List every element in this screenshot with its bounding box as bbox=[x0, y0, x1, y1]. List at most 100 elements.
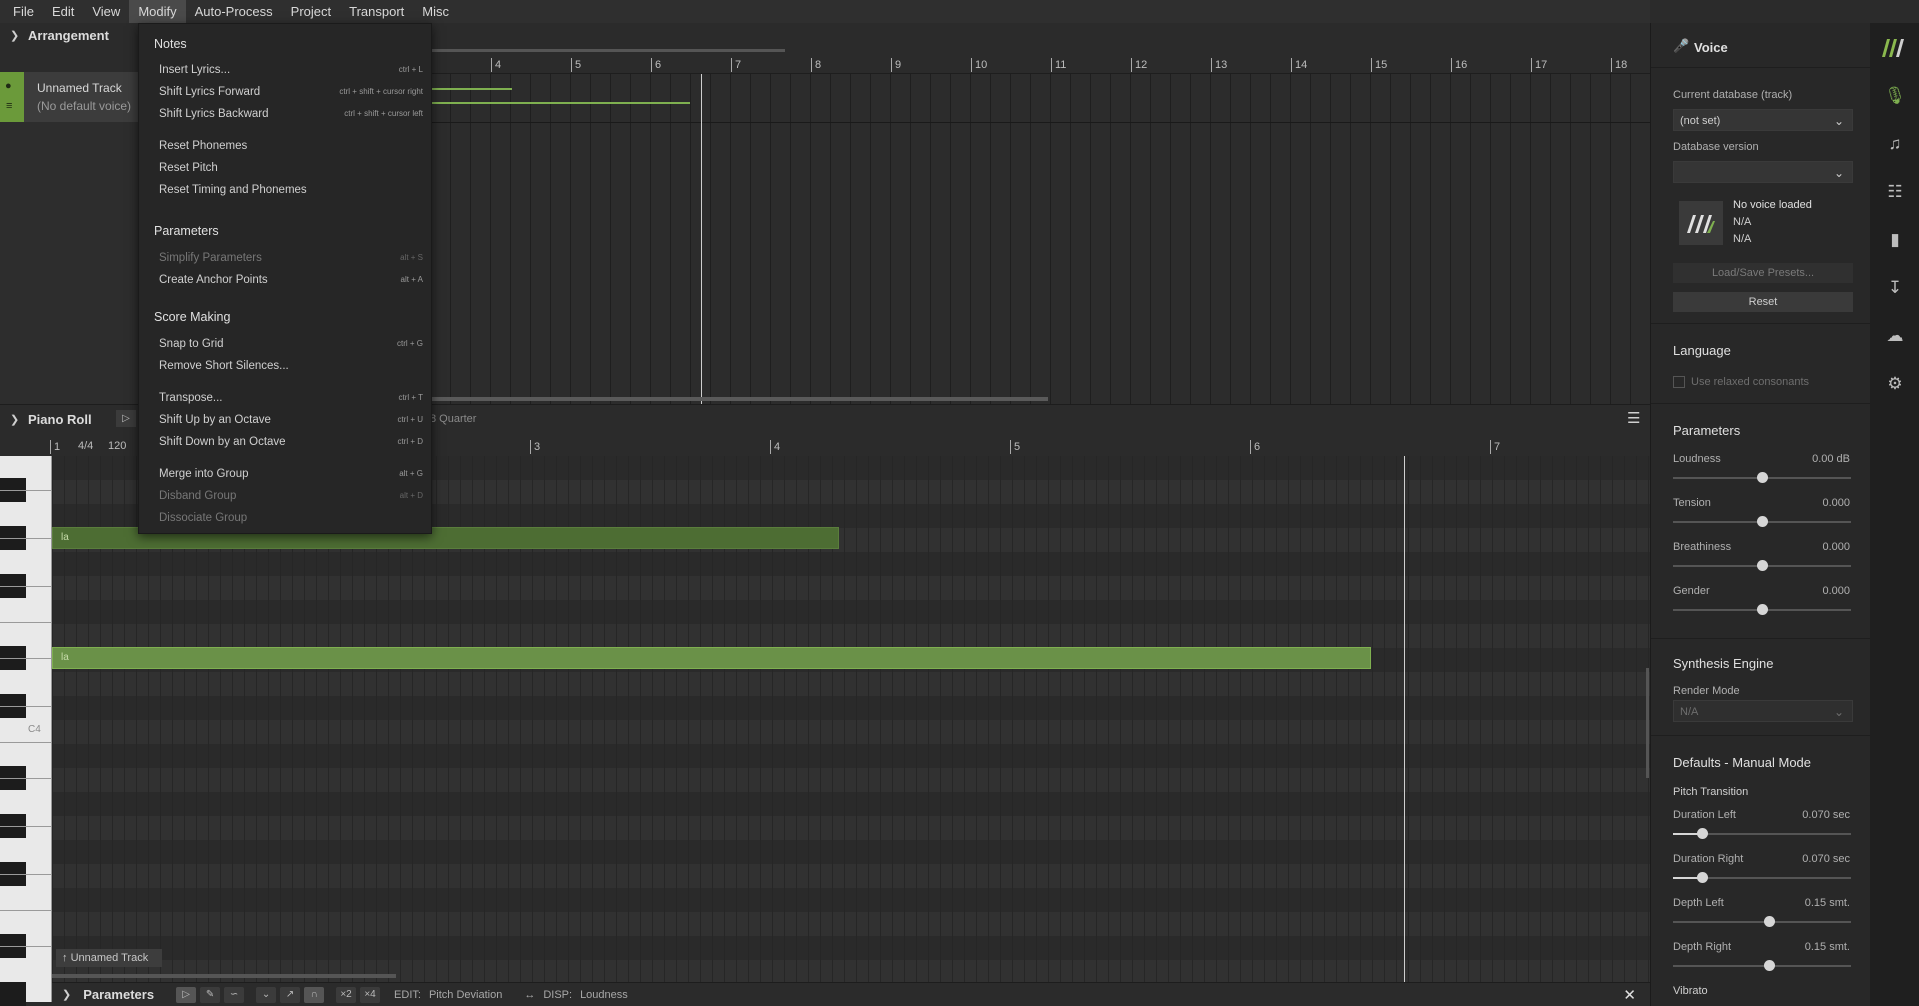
breathiness-slider[interactable] bbox=[1673, 560, 1851, 571]
track-color-strip[interactable]: ● ≡ bbox=[0, 72, 24, 122]
shortcut: ctrl + G bbox=[396, 339, 423, 348]
menu-transport[interactable]: Transport bbox=[340, 0, 413, 23]
menu-remove-short-silences[interactable]: Remove Short Silences... bbox=[159, 356, 423, 376]
black-key[interactable] bbox=[0, 982, 26, 1006]
menu-project[interactable]: Project bbox=[282, 0, 340, 23]
menu-label: Create Anchor Points bbox=[159, 274, 268, 286]
piano-roll-vertical-scrollbar[interactable] bbox=[1646, 668, 1649, 778]
menu-shift-down-octave[interactable]: Shift Down by an Octave ctrl + D bbox=[159, 432, 423, 452]
close-icon[interactable]: ✕ bbox=[1623, 986, 1636, 1004]
library-icon[interactable]: ☷ bbox=[1884, 181, 1906, 203]
db-version-label: Database version bbox=[1673, 141, 1759, 153]
gender-slider[interactable] bbox=[1673, 604, 1851, 615]
quantize-label[interactable]: 8 Quarter bbox=[430, 413, 476, 425]
shortcut: ctrl + T bbox=[398, 393, 423, 402]
export-icon[interactable]: ↧ bbox=[1884, 277, 1906, 299]
slider-knob[interactable] bbox=[1697, 872, 1708, 883]
book-icon[interactable]: ▮ bbox=[1884, 229, 1906, 251]
scale-x2-button[interactable]: ×2 bbox=[336, 986, 357, 1003]
menu-group-parameters: Parameters bbox=[154, 224, 219, 238]
arrangement-horizontal-scrollbar-top[interactable] bbox=[430, 49, 785, 52]
swap-icon[interactable]: ↔ bbox=[524, 989, 535, 1001]
user-icon: ● bbox=[5, 80, 12, 92]
current-db-select[interactable]: (not set) ⌄ bbox=[1673, 109, 1853, 131]
hamburger-menu-icon[interactable]: ☰ bbox=[1627, 409, 1640, 427]
shortcut: ctrl + U bbox=[397, 415, 423, 424]
ruler-tick: 10 bbox=[971, 58, 987, 72]
chevron-down-icon[interactable]: ❯ bbox=[10, 29, 19, 42]
menu-merge-into-group[interactable]: Merge into Group alt + G bbox=[159, 464, 423, 484]
playhead-arrangement[interactable] bbox=[701, 74, 702, 404]
duration-right-slider[interactable] bbox=[1673, 872, 1851, 883]
music-note-icon[interactable]: ♫ bbox=[1884, 133, 1906, 155]
menu-reset-pitch[interactable]: Reset Pitch bbox=[159, 158, 423, 178]
loudness-slider[interactable] bbox=[1673, 472, 1851, 483]
slider-knob[interactable] bbox=[1757, 516, 1768, 527]
note[interactable]: la bbox=[52, 647, 1371, 669]
ruler-tick: 11 bbox=[1051, 58, 1066, 72]
track-tag[interactable]: ↑ Unnamed Track bbox=[56, 949, 162, 967]
slider-knob[interactable] bbox=[1757, 604, 1768, 615]
menu-create-anchor-points[interactable]: Create Anchor Points alt + A bbox=[159, 270, 423, 290]
menu-reset-timing-phonemes[interactable]: Reset Timing and Phonemes bbox=[159, 180, 423, 200]
arrangement-horizontal-scrollbar[interactable] bbox=[430, 397, 1048, 401]
pencil-icon[interactable]: ✎ bbox=[200, 986, 221, 1003]
note-preview bbox=[430, 88, 512, 90]
piano-keyboard[interactable]: C4 bbox=[0, 456, 52, 1006]
gear-icon[interactable]: ⚙ bbox=[1884, 373, 1906, 395]
menu-auto-process[interactable]: Auto-Process bbox=[186, 0, 282, 23]
menu-snap-to-grid[interactable]: Snap to Grid ctrl + G bbox=[159, 334, 423, 354]
line-tool-icon[interactable]: ↗ bbox=[280, 986, 301, 1003]
slider-knob[interactable] bbox=[1764, 960, 1775, 971]
tension-value: 0.000 bbox=[1822, 497, 1850, 509]
scale-x4-button[interactable]: ×4 bbox=[360, 986, 381, 1003]
menu-view[interactable]: View bbox=[83, 0, 129, 23]
reset-button[interactable]: Reset bbox=[1673, 292, 1853, 312]
track-tag-label: Unnamed Track bbox=[70, 952, 149, 964]
duration-left-slider[interactable] bbox=[1673, 828, 1851, 839]
arc-tool-icon[interactable]: ∩ bbox=[304, 986, 325, 1003]
arrangement-title: Arrangement bbox=[28, 28, 109, 43]
cloud-icon[interactable]: ☁ bbox=[1884, 325, 1906, 347]
microphone-icon[interactable]: 🎙 bbox=[1884, 85, 1906, 107]
menu-file[interactable]: File bbox=[4, 0, 43, 23]
play-icon[interactable]: ▷ bbox=[116, 410, 136, 427]
menu-edit[interactable]: Edit bbox=[43, 0, 83, 23]
arrangement-grid[interactable] bbox=[430, 74, 1650, 404]
menu-label: Shift Lyrics Backward bbox=[159, 108, 269, 120]
chevron-right-icon[interactable]: ❯ bbox=[62, 988, 71, 1001]
menu-shift-up-octave[interactable]: Shift Up by an Octave ctrl + U bbox=[159, 410, 423, 430]
menu-shift-lyrics-backward[interactable]: Shift Lyrics Backward ctrl + shift + curs… bbox=[159, 104, 423, 124]
piano-roll-horizontal-scrollbar[interactable] bbox=[52, 974, 396, 978]
playhead-piano-roll[interactable] bbox=[1404, 456, 1405, 982]
load-save-presets-button[interactable]: Load/Save Presets... bbox=[1673, 263, 1853, 283]
menu-modify[interactable]: Modify bbox=[129, 0, 186, 23]
ruler-tick: 15 bbox=[1371, 58, 1387, 72]
chevron-down-icon[interactable]: ⌄ bbox=[256, 986, 277, 1003]
relaxed-consonants-checkbox[interactable] bbox=[1673, 376, 1685, 388]
db-version-select[interactable]: ⌄ bbox=[1673, 161, 1853, 183]
ruler-tick: 13 bbox=[1211, 58, 1227, 72]
menu-reset-phonemes[interactable]: Reset Phonemes bbox=[159, 136, 423, 156]
menu-transpose[interactable]: Transpose... ctrl + T bbox=[159, 388, 423, 408]
arrangement-ruler[interactable]: 4 5 6 7 8 9 10 11 12 13 14 15 16 17 18 bbox=[430, 56, 1650, 74]
slider-knob[interactable] bbox=[1757, 560, 1768, 571]
depth-left-slider[interactable] bbox=[1673, 916, 1851, 927]
edit-value[interactable]: Pitch Deviation bbox=[429, 989, 502, 1001]
slider-knob[interactable] bbox=[1757, 472, 1768, 483]
tension-slider[interactable] bbox=[1673, 516, 1851, 527]
curve-tool-icon[interactable]: ∽ bbox=[224, 986, 245, 1003]
menu-shift-lyrics-forward[interactable]: Shift Lyrics Forward ctrl + shift + curso… bbox=[159, 82, 423, 102]
menu-insert-lyrics[interactable]: Insert Lyrics... ctrl + L bbox=[159, 60, 423, 80]
select-tool-icon[interactable]: ▷ bbox=[176, 986, 197, 1003]
piano-roll-grid[interactable]: la la ↑ Unnamed Track bbox=[52, 456, 1650, 982]
render-mode-select[interactable]: N/A ⌄ bbox=[1673, 700, 1853, 722]
slider-knob[interactable] bbox=[1697, 828, 1708, 839]
depth-right-slider[interactable] bbox=[1673, 960, 1851, 971]
menu-misc[interactable]: Misc bbox=[413, 0, 458, 23]
disp-value[interactable]: Loudness bbox=[580, 989, 628, 1001]
chevron-down-icon[interactable]: ❯ bbox=[10, 413, 19, 426]
slider-knob[interactable] bbox=[1764, 916, 1775, 927]
voice-logo-icon bbox=[1687, 215, 1715, 233]
loudness-label: Loudness bbox=[1673, 453, 1721, 465]
